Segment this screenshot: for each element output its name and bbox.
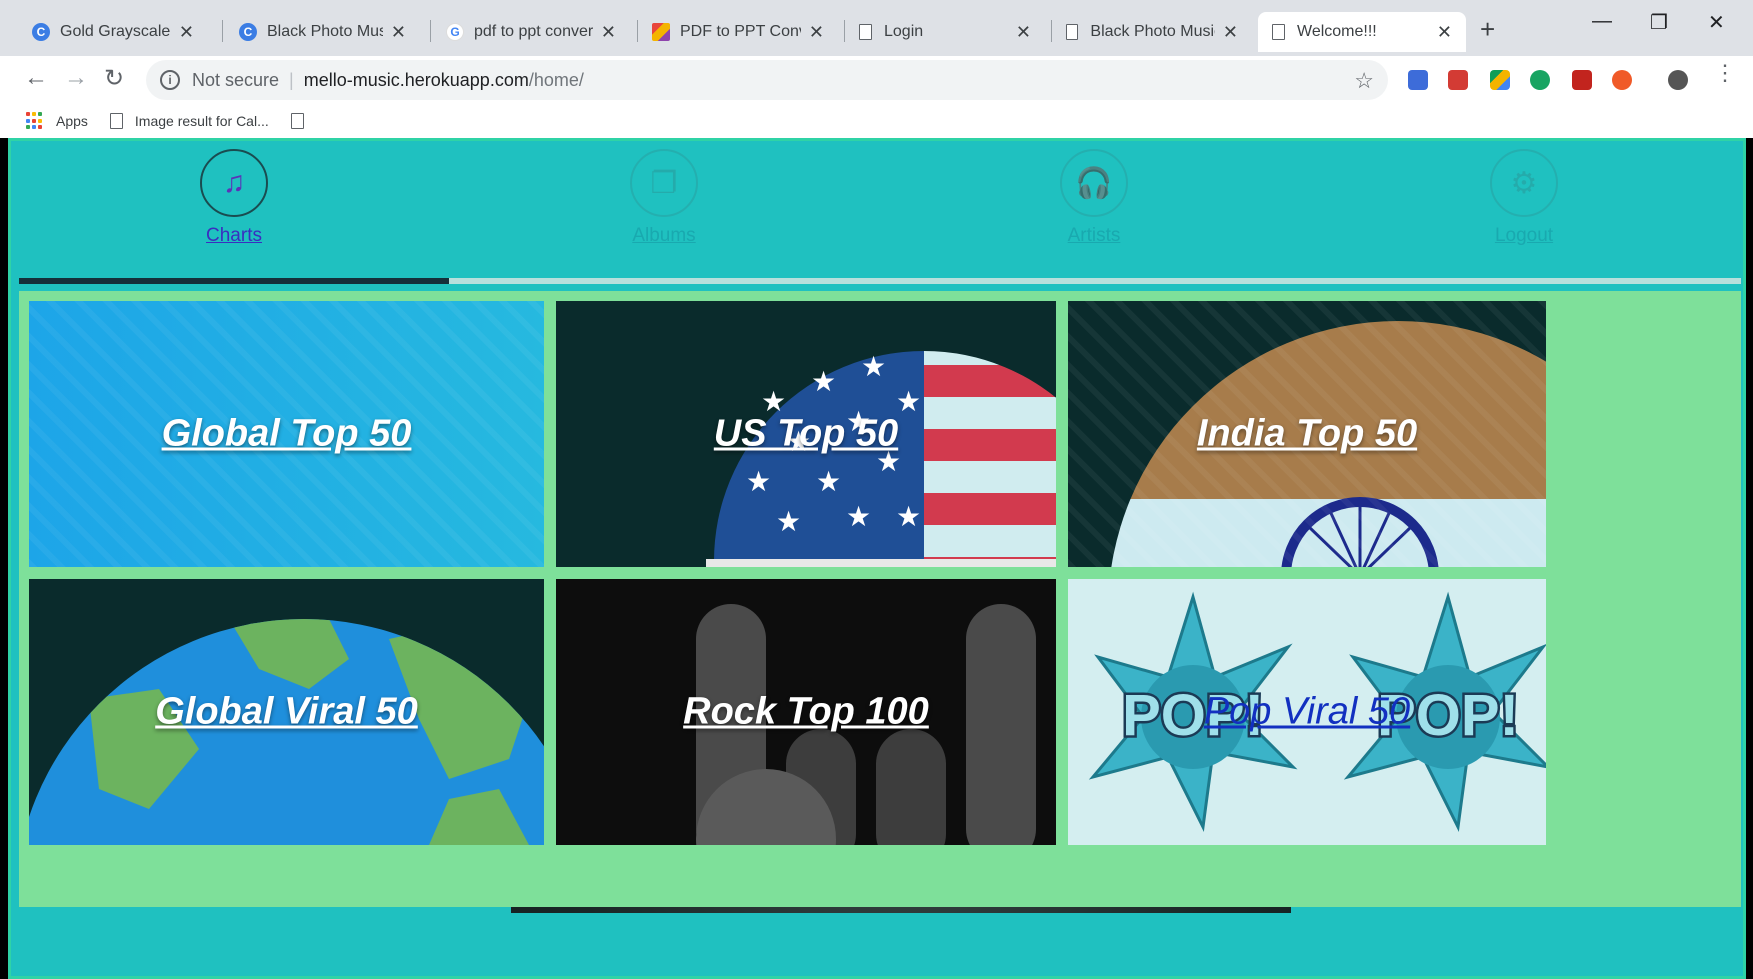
document-icon xyxy=(1066,24,1079,40)
tab-divider xyxy=(430,20,431,42)
album-icon: ❐ xyxy=(630,149,698,217)
close-tab-icon[interactable]: ✕ xyxy=(1223,22,1238,43)
charts-grid: Global Top 50 ★ ★ ★ ★ ★ ★ ★ ★ ★ ★ ★ ★ US… xyxy=(19,291,1741,907)
smallpdf-icon xyxy=(652,23,670,41)
forward-arrow-icon[interactable]: → xyxy=(64,64,88,92)
nav-active-indicator xyxy=(19,278,449,284)
nav-logout[interactable]: ⚙ Logout xyxy=(1309,149,1739,247)
tile-link[interactable]: Rock Top 100 xyxy=(556,691,1056,734)
extension-icon[interactable] xyxy=(1408,70,1428,90)
nav-albums[interactable]: ❐ Albums xyxy=(449,149,879,247)
tab-pdf-to-ppt-converter[interactable]: PDF to PPT Conve ✕ xyxy=(638,12,838,52)
extension-icon[interactable] xyxy=(1612,70,1632,90)
svg-text:★: ★ xyxy=(816,466,841,497)
tile-link[interactable]: India Top 50 xyxy=(1068,413,1546,456)
security-status: Not secure xyxy=(192,69,280,90)
tab-divider xyxy=(222,20,223,42)
tile-global-viral-50[interactable]: Global Viral 50 xyxy=(29,579,544,845)
tab-gold-grayscale[interactable]: C Gold Grayscale Big ✕ xyxy=(18,12,208,52)
tile-pop-viral-50[interactable]: POP! POP! Pop Viral 50 xyxy=(1068,579,1546,845)
browser-toolbar: ← → ↻ i Not secure | mello-music.herokua… xyxy=(0,56,1753,104)
svg-text:★: ★ xyxy=(776,506,801,537)
tab-welcome[interactable]: Welcome!!! ✕ xyxy=(1258,12,1466,52)
music-note-icon: ♫ xyxy=(200,149,268,217)
document-icon xyxy=(109,113,123,129)
tile-link[interactable]: US Top 50 xyxy=(556,413,1056,456)
tab-strip: C Gold Grayscale Big ✕ C Black Photo Mus… xyxy=(0,0,1753,56)
canva-icon: C xyxy=(239,23,257,41)
back-arrow-icon[interactable]: ← xyxy=(24,64,48,92)
nav-artists[interactable]: 🎧 Artists xyxy=(879,149,1309,247)
close-tab-icon[interactable]: ✕ xyxy=(179,22,194,43)
address-bar[interactable]: i Not secure | mello-music.herokuapp.com… xyxy=(146,60,1388,100)
reload-icon[interactable]: ↻ xyxy=(104,64,124,93)
svg-text:★: ★ xyxy=(811,366,836,397)
browser-chrome: C Gold Grayscale Big ✕ C Black Photo Mus… xyxy=(0,0,1753,138)
close-window-icon[interactable]: ✕ xyxy=(1708,10,1725,35)
svg-text:★: ★ xyxy=(746,466,771,497)
nav-charts[interactable]: ♫ Charts xyxy=(19,149,449,247)
bookmark-image-result[interactable]: Image result for Cal... xyxy=(109,113,269,129)
new-tab-button[interactable]: + xyxy=(1480,14,1495,45)
more-menu-icon[interactable]: ⋮ xyxy=(1714,60,1736,86)
tile-link[interactable]: Global Viral 50 xyxy=(29,691,544,734)
tab-pdf-to-ppt-search[interactable]: G pdf to ppt convert ✕ xyxy=(432,12,630,52)
extension-icon[interactable] xyxy=(1448,70,1468,90)
google-icon: G xyxy=(446,23,464,41)
close-tab-icon[interactable]: ✕ xyxy=(809,22,824,43)
tile-link[interactable]: Global Top 50 xyxy=(29,413,544,456)
tile-rock-top-100[interactable]: Rock Top 100 xyxy=(556,579,1056,845)
tab-black-photo-music-2[interactable]: Black Photo Music ✕ xyxy=(1052,12,1252,52)
tab-black-photo-music-1[interactable]: C Black Photo Music ✕ xyxy=(225,12,420,52)
tile-india-top-50[interactable]: India Top 50 xyxy=(1068,301,1546,567)
bookmark-untitled[interactable] xyxy=(290,113,316,129)
minimize-icon[interactable]: — xyxy=(1592,10,1612,33)
main-nav: ♫ Charts ❐ Albums 🎧 Artists ⚙ Logout xyxy=(19,141,1741,285)
bookmarks-bar: Apps Image result for Cal... xyxy=(0,104,1753,138)
svg-text:★: ★ xyxy=(846,501,871,532)
apps-grid-icon xyxy=(26,112,44,130)
address-host: mello-music.herokuapp.com xyxy=(303,69,529,90)
profile-avatar[interactable] xyxy=(1668,70,1688,90)
bookmark-star-icon[interactable]: ☆ xyxy=(1354,68,1374,94)
svg-text:★: ★ xyxy=(896,501,921,532)
gears-icon: ⚙ xyxy=(1490,149,1558,217)
acrobat-icon[interactable] xyxy=(1572,70,1592,90)
document-icon xyxy=(859,24,872,40)
bookmark-apps[interactable]: Apps xyxy=(26,112,88,130)
svg-text:★: ★ xyxy=(861,351,886,382)
close-tab-icon[interactable]: ✕ xyxy=(1437,22,1452,43)
tile-global-top-50[interactable]: Global Top 50 xyxy=(29,301,544,567)
info-icon[interactable]: i xyxy=(160,70,180,90)
footer-bar xyxy=(19,913,1741,976)
headphones-icon: 🎧 xyxy=(1060,149,1128,217)
close-tab-icon[interactable]: ✕ xyxy=(601,22,616,43)
tab-login[interactable]: Login ✕ xyxy=(845,12,1045,52)
canva-icon: C xyxy=(32,23,50,41)
grammarly-icon[interactable] xyxy=(1530,70,1550,90)
address-path: /home/ xyxy=(528,69,584,90)
close-tab-icon[interactable]: ✕ xyxy=(1016,22,1031,43)
tile-us-top-50[interactable]: ★ ★ ★ ★ ★ ★ ★ ★ ★ ★ ★ ★ US Top 50 xyxy=(556,301,1056,567)
tile-link[interactable]: Pop Viral 50 xyxy=(1068,691,1546,734)
google-drive-icon[interactable] xyxy=(1490,70,1510,90)
page-body: ♫ Charts ❐ Albums 🎧 Artists ⚙ Logout Glo… xyxy=(8,138,1746,979)
document-icon xyxy=(290,113,304,129)
restore-icon[interactable]: ❐ xyxy=(1650,10,1668,35)
address-divider: | xyxy=(289,69,294,90)
document-icon xyxy=(1272,24,1285,40)
close-tab-icon[interactable]: ✕ xyxy=(391,22,406,43)
